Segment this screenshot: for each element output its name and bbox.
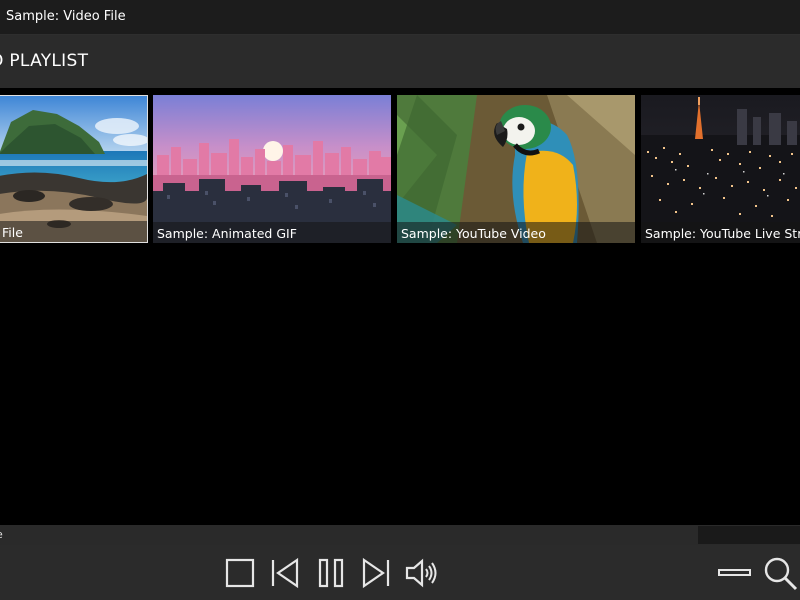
minimize-icon xyxy=(718,569,751,576)
playlist-title: O PLAYLIST xyxy=(0,51,89,71)
status-text: e xyxy=(0,528,3,541)
playlist-item-youtube-video[interactable]: Sample: YouTube Video xyxy=(397,95,635,243)
playlist-header: O PLAYLIST xyxy=(0,35,800,88)
playlist-item-label: File xyxy=(2,225,23,240)
night-city-thumbnail-image xyxy=(641,95,800,243)
pause-icon xyxy=(318,558,344,588)
previous-button[interactable] xyxy=(267,555,303,591)
horizontal-scrollbar-thumb[interactable] xyxy=(698,526,800,544)
window-title: Sample: Video File xyxy=(6,9,126,24)
playlist-item-video-file[interactable]: File xyxy=(0,95,148,243)
volume-icon xyxy=(405,558,437,588)
search-button[interactable] xyxy=(762,555,798,591)
playlist-item-animated-gif[interactable]: Sample: Animated GIF xyxy=(153,95,391,243)
title-bar[interactable]: Sample: Video File xyxy=(0,0,800,35)
pause-button[interactable] xyxy=(313,555,349,591)
playlist-item-label: Sample: YouTube Video xyxy=(401,226,546,241)
next-button[interactable] xyxy=(358,555,394,591)
media-player-window: Sample: Video File O PLAYLIST xyxy=(0,0,800,600)
stop-icon xyxy=(225,558,255,588)
zoom-out-button[interactable] xyxy=(716,555,752,591)
stop-button[interactable] xyxy=(222,555,258,591)
next-icon xyxy=(362,557,390,589)
status-bar: e xyxy=(0,525,800,545)
pixel-city-thumbnail-image xyxy=(153,95,391,243)
control-bar xyxy=(0,545,800,600)
playlist-item-label: Sample: Animated GIF xyxy=(157,226,297,241)
playlist-item-label: Sample: YouTube Live Stre xyxy=(645,226,800,241)
search-icon xyxy=(764,557,798,591)
parrot-thumbnail-image xyxy=(397,95,635,243)
playlist-item-youtube-live-stream[interactable]: Sample: YouTube Live Stre xyxy=(641,95,800,243)
previous-icon xyxy=(271,557,299,589)
volume-button[interactable] xyxy=(404,555,440,591)
